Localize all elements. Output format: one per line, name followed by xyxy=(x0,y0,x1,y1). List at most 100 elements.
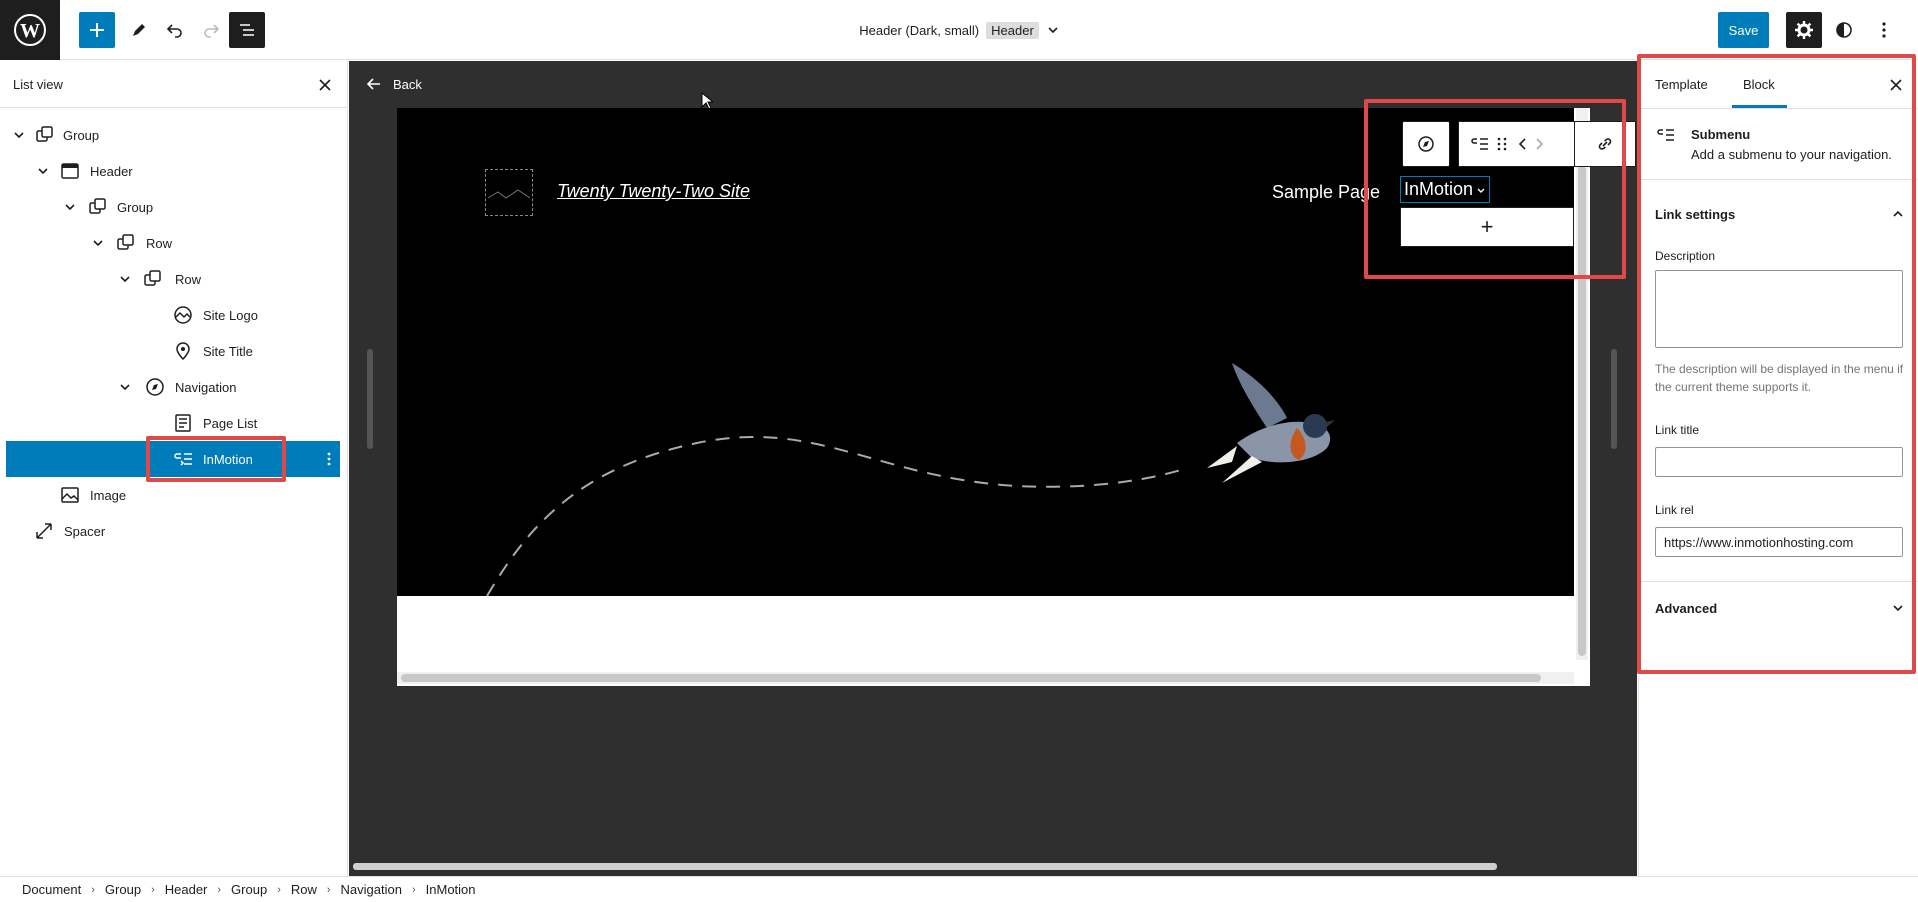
list-item-site-title[interactable]: Site Title xyxy=(6,333,340,369)
more-vertical-icon[interactable] xyxy=(321,451,337,467)
chevron-down-icon[interactable] xyxy=(36,164,50,178)
list-item-label: Image xyxy=(90,487,127,503)
chevron-down-icon[interactable] xyxy=(12,128,26,142)
list-item-site-logo[interactable]: Site Logo xyxy=(6,297,340,333)
list-item-inmotion[interactable]: InMotion xyxy=(6,441,340,477)
page-list-icon xyxy=(175,414,191,432)
breadcrumb-separator-icon: › xyxy=(217,883,222,896)
chevron-down-icon[interactable] xyxy=(1891,601,1905,615)
list-item-label: Page List xyxy=(203,415,258,431)
resize-handle-right[interactable] xyxy=(1611,349,1617,449)
group-icon xyxy=(89,198,106,214)
chevron-down-icon[interactable] xyxy=(118,380,132,394)
close-icon[interactable] xyxy=(1887,76,1905,94)
frame-vertical-scrollbar[interactable] xyxy=(1576,108,1588,660)
active-tab-indicator xyxy=(1732,105,1787,108)
options-button[interactable] xyxy=(1866,12,1902,48)
list-item-label: InMotion xyxy=(203,451,253,467)
settings-button[interactable] xyxy=(1786,12,1822,48)
list-view-title: List view xyxy=(13,76,63,92)
list-item-group[interactable]: Group xyxy=(6,117,340,153)
chevron-down-icon[interactable] xyxy=(118,272,132,286)
more-vertical-icon xyxy=(1882,22,1886,38)
close-list-view-button[interactable] xyxy=(316,76,334,94)
list-item-image[interactable]: Image xyxy=(6,477,340,513)
list-item-label: Site Title xyxy=(203,343,253,359)
breadcrumb-separator-icon: › xyxy=(411,883,416,896)
bird-illustration xyxy=(1207,363,1335,483)
styles-button[interactable] xyxy=(1826,12,1862,48)
top-toolbar: W Header (Dark, small) Header Save xyxy=(0,0,1918,60)
chevron-down-icon[interactable] xyxy=(91,236,105,250)
gear-icon xyxy=(1795,21,1813,39)
list-view-header: List view xyxy=(0,61,347,108)
document-title[interactable]: Header (Dark, small) xyxy=(859,23,979,38)
link-title-input[interactable] xyxy=(1655,447,1903,477)
undo-button[interactable] xyxy=(157,12,193,48)
tab-block[interactable]: Block xyxy=(1743,77,1775,92)
list-item-spacer[interactable]: Spacer xyxy=(6,513,340,549)
list-item-row[interactable]: Row xyxy=(6,225,340,261)
add-block-button[interactable] xyxy=(79,12,115,48)
close-icon xyxy=(319,79,331,91)
list-item-row[interactable]: Row xyxy=(6,261,340,297)
canvas-horizontal-scrollbar[interactable] xyxy=(353,863,1497,870)
list-item-label: Group xyxy=(63,127,100,143)
submenu-icon xyxy=(174,453,192,466)
breadcrumb-item[interactable]: Row xyxy=(291,882,317,897)
wordpress-logo-button[interactable]: W xyxy=(0,0,60,60)
link-rel-input[interactable] xyxy=(1655,527,1903,557)
chevron-down-icon[interactable] xyxy=(1047,24,1059,36)
group-icon xyxy=(36,126,53,142)
list-view-toggle[interactable] xyxy=(229,12,265,48)
back-button[interactable]: Back xyxy=(365,75,422,93)
description-help-text: The description will be displayed in the… xyxy=(1655,362,1904,394)
pencil-icon xyxy=(133,24,145,36)
site-logo-icon xyxy=(174,306,192,324)
breadcrumb-item[interactable]: Document xyxy=(22,882,81,897)
template-type-badge: Header xyxy=(986,21,1039,39)
advanced-panel-title[interactable]: Advanced xyxy=(1655,601,1717,616)
submenu-icon xyxy=(1657,129,1674,141)
list-item-label: Navigation xyxy=(175,379,237,395)
tools-button[interactable] xyxy=(121,12,157,48)
list-item-label: Spacer xyxy=(64,523,106,539)
save-button[interactable]: Save xyxy=(1718,12,1769,48)
breadcrumb-item[interactable]: Group xyxy=(105,882,141,897)
list-item-navigation[interactable]: Navigation xyxy=(6,369,340,405)
list-item-group[interactable]: Group xyxy=(6,189,340,225)
chevron-up-icon[interactable] xyxy=(1891,207,1905,221)
redo-icon xyxy=(204,24,220,38)
breadcrumb-separator-icon: › xyxy=(277,883,281,896)
list-view-icon xyxy=(240,24,254,36)
link-title-label: Link title xyxy=(1655,423,1700,437)
wordpress-icon: W xyxy=(14,14,46,46)
breadcrumb-item[interactable]: Navigation xyxy=(341,882,402,897)
breadcrumb-separator-icon: › xyxy=(91,883,95,896)
undo-icon xyxy=(166,24,182,38)
image-icon xyxy=(61,487,79,503)
back-label: Back xyxy=(393,76,422,92)
link-settings-title[interactable]: Link settings xyxy=(1655,207,1735,222)
redo-button[interactable] xyxy=(193,12,229,48)
resize-handle-left[interactable] xyxy=(367,349,373,449)
svg-text:W: W xyxy=(20,20,40,42)
breadcrumb-item[interactable]: Group xyxy=(231,882,267,897)
breadcrumb-item-current: InMotion xyxy=(425,882,476,897)
list-item-label: Row xyxy=(175,271,202,287)
tab-template[interactable]: Template xyxy=(1655,77,1708,92)
list-item-header[interactable]: Header xyxy=(6,153,340,189)
row-icon xyxy=(117,234,134,250)
settings-sidebar: Template Block Submenu Add a submenu to … xyxy=(1638,61,1918,876)
link-button[interactable] xyxy=(1574,121,1636,167)
document-title-bar: Header (Dark, small) Header xyxy=(0,0,1918,60)
frame-horizontal-scrollbar[interactable] xyxy=(397,672,1574,684)
description-textarea[interactable] xyxy=(1655,270,1903,348)
list-item-page-list[interactable]: Page List xyxy=(6,405,340,441)
sidebar-tabs: Template Block xyxy=(1639,61,1918,109)
breadcrumb-item[interactable]: Header xyxy=(165,882,208,897)
header-hero: Twenty Twenty-Two Site Sample Page InMot… xyxy=(397,108,1574,596)
chevron-down-icon[interactable] xyxy=(63,200,77,214)
contrast-icon xyxy=(1836,22,1852,38)
navigation-icon xyxy=(146,378,164,396)
